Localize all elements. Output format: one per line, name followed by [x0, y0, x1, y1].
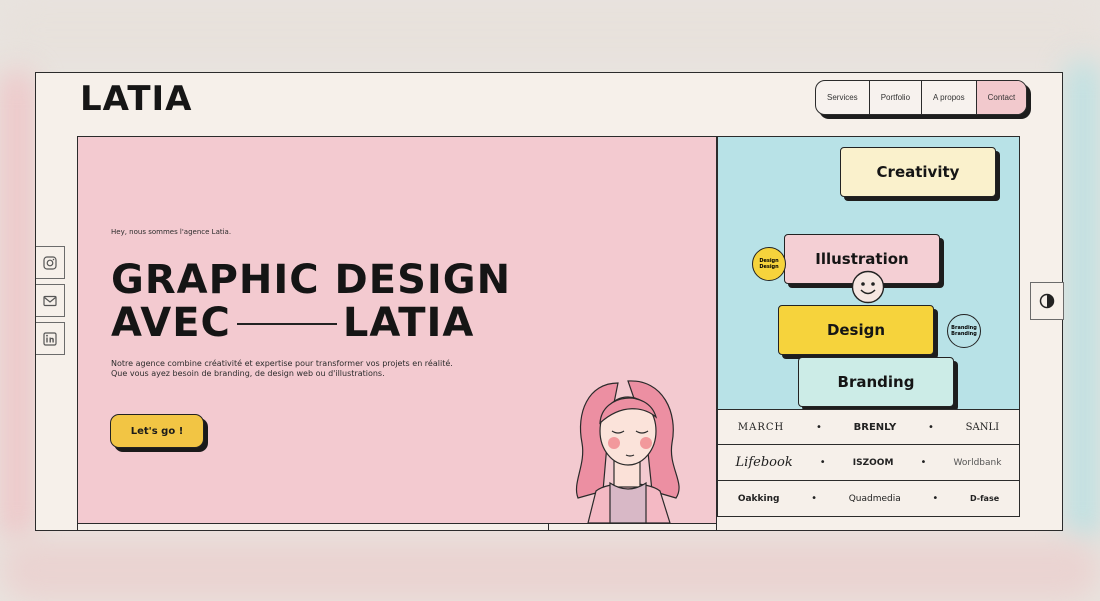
mail-icon	[43, 295, 57, 306]
top-navigation: Services Portfolio A propos Contact	[815, 80, 1028, 115]
linkedin-icon	[43, 331, 57, 346]
hero-title-latia: LATIA	[342, 300, 475, 346]
brand-sanli: SANLI	[965, 421, 1000, 433]
hero-title-avec: AVEC	[111, 300, 231, 346]
pill-design: Design	[778, 305, 934, 355]
brand-quadmedia: Quadmedia	[848, 493, 901, 504]
services-panel: Creativity Illustration Design Branding …	[717, 136, 1020, 412]
hero-bottom-divider	[548, 524, 549, 530]
brand-lifebook: Lifebook	[735, 455, 793, 470]
social-links	[36, 246, 65, 360]
brand-iszoom: ISZOOM	[852, 457, 894, 468]
hero-bottom-strip	[78, 523, 716, 530]
nav-services[interactable]: Services	[816, 81, 870, 114]
theme-toggle-button[interactable]	[1030, 282, 1064, 320]
brand-row-3: Oakking • Quadmedia • D-fase	[717, 481, 1020, 517]
brand-dfase: D-fase	[969, 494, 1000, 503]
contrast-icon	[1039, 293, 1055, 309]
brand-march: MARCH	[737, 421, 785, 433]
background-blur-top	[0, 0, 1100, 60]
separator-dot: •	[819, 457, 826, 468]
separator-dot: •	[920, 457, 927, 468]
hero-section: Hey, nous sommes l'agence Latia. GRAPHIC…	[77, 136, 717, 530]
hero-title-line2: AVEC LATIA	[111, 302, 511, 345]
brand-worldbank: Worldbank	[953, 457, 1002, 468]
instagram-link[interactable]	[36, 246, 65, 279]
website-frame: LATIA Services Portfolio A propos Contac…	[35, 72, 1063, 531]
title-divider-line	[236, 322, 337, 325]
background-blur-right	[1066, 60, 1100, 540]
hero-description: Notre agence combine créativité et exper…	[111, 359, 453, 378]
instagram-icon	[43, 255, 57, 270]
separator-dot: •	[811, 493, 818, 504]
hero-tagline: Hey, nous sommes l'agence Latia.	[111, 228, 232, 236]
brand-logos: MARCH • BRENLY • SANLI Lifebook • ISZOOM…	[717, 409, 1020, 529]
hero-title-line1: GRAPHIC DESIGN	[111, 257, 512, 303]
smiley-icon	[851, 270, 885, 304]
lets-go-button[interactable]: Let's go !	[110, 414, 204, 448]
separator-dot: •	[932, 493, 939, 504]
nav-a-propos[interactable]: A propos	[922, 81, 977, 114]
brand-oakking: Oakking	[737, 493, 780, 504]
separator-dot: •	[927, 421, 934, 433]
mail-link[interactable]	[36, 284, 65, 317]
girl-illustration	[576, 380, 680, 523]
background-blur-left	[0, 70, 34, 540]
brand-row-2: Lifebook • ISZOOM • Worldbank	[717, 445, 1020, 481]
pill-branding: Branding	[798, 357, 954, 407]
brand-brenly: BRENLY	[853, 421, 897, 433]
hero-title: GRAPHIC DESIGN AVEC LATIA	[111, 259, 511, 345]
design-badge: Design Design	[752, 247, 786, 281]
background-blur-bottom	[0, 540, 1100, 601]
branding-badge: Branding Branding	[947, 314, 981, 348]
linkedin-link[interactable]	[36, 322, 65, 355]
pill-creativity: Creativity	[840, 147, 996, 197]
brand-row-1: MARCH • BRENLY • SANLI	[717, 409, 1020, 445]
site-logo[interactable]: LATIA	[80, 79, 193, 119]
separator-dot: •	[816, 421, 822, 433]
nav-contact[interactable]: Contact	[976, 81, 1027, 114]
nav-portfolio[interactable]: Portfolio	[870, 81, 923, 114]
